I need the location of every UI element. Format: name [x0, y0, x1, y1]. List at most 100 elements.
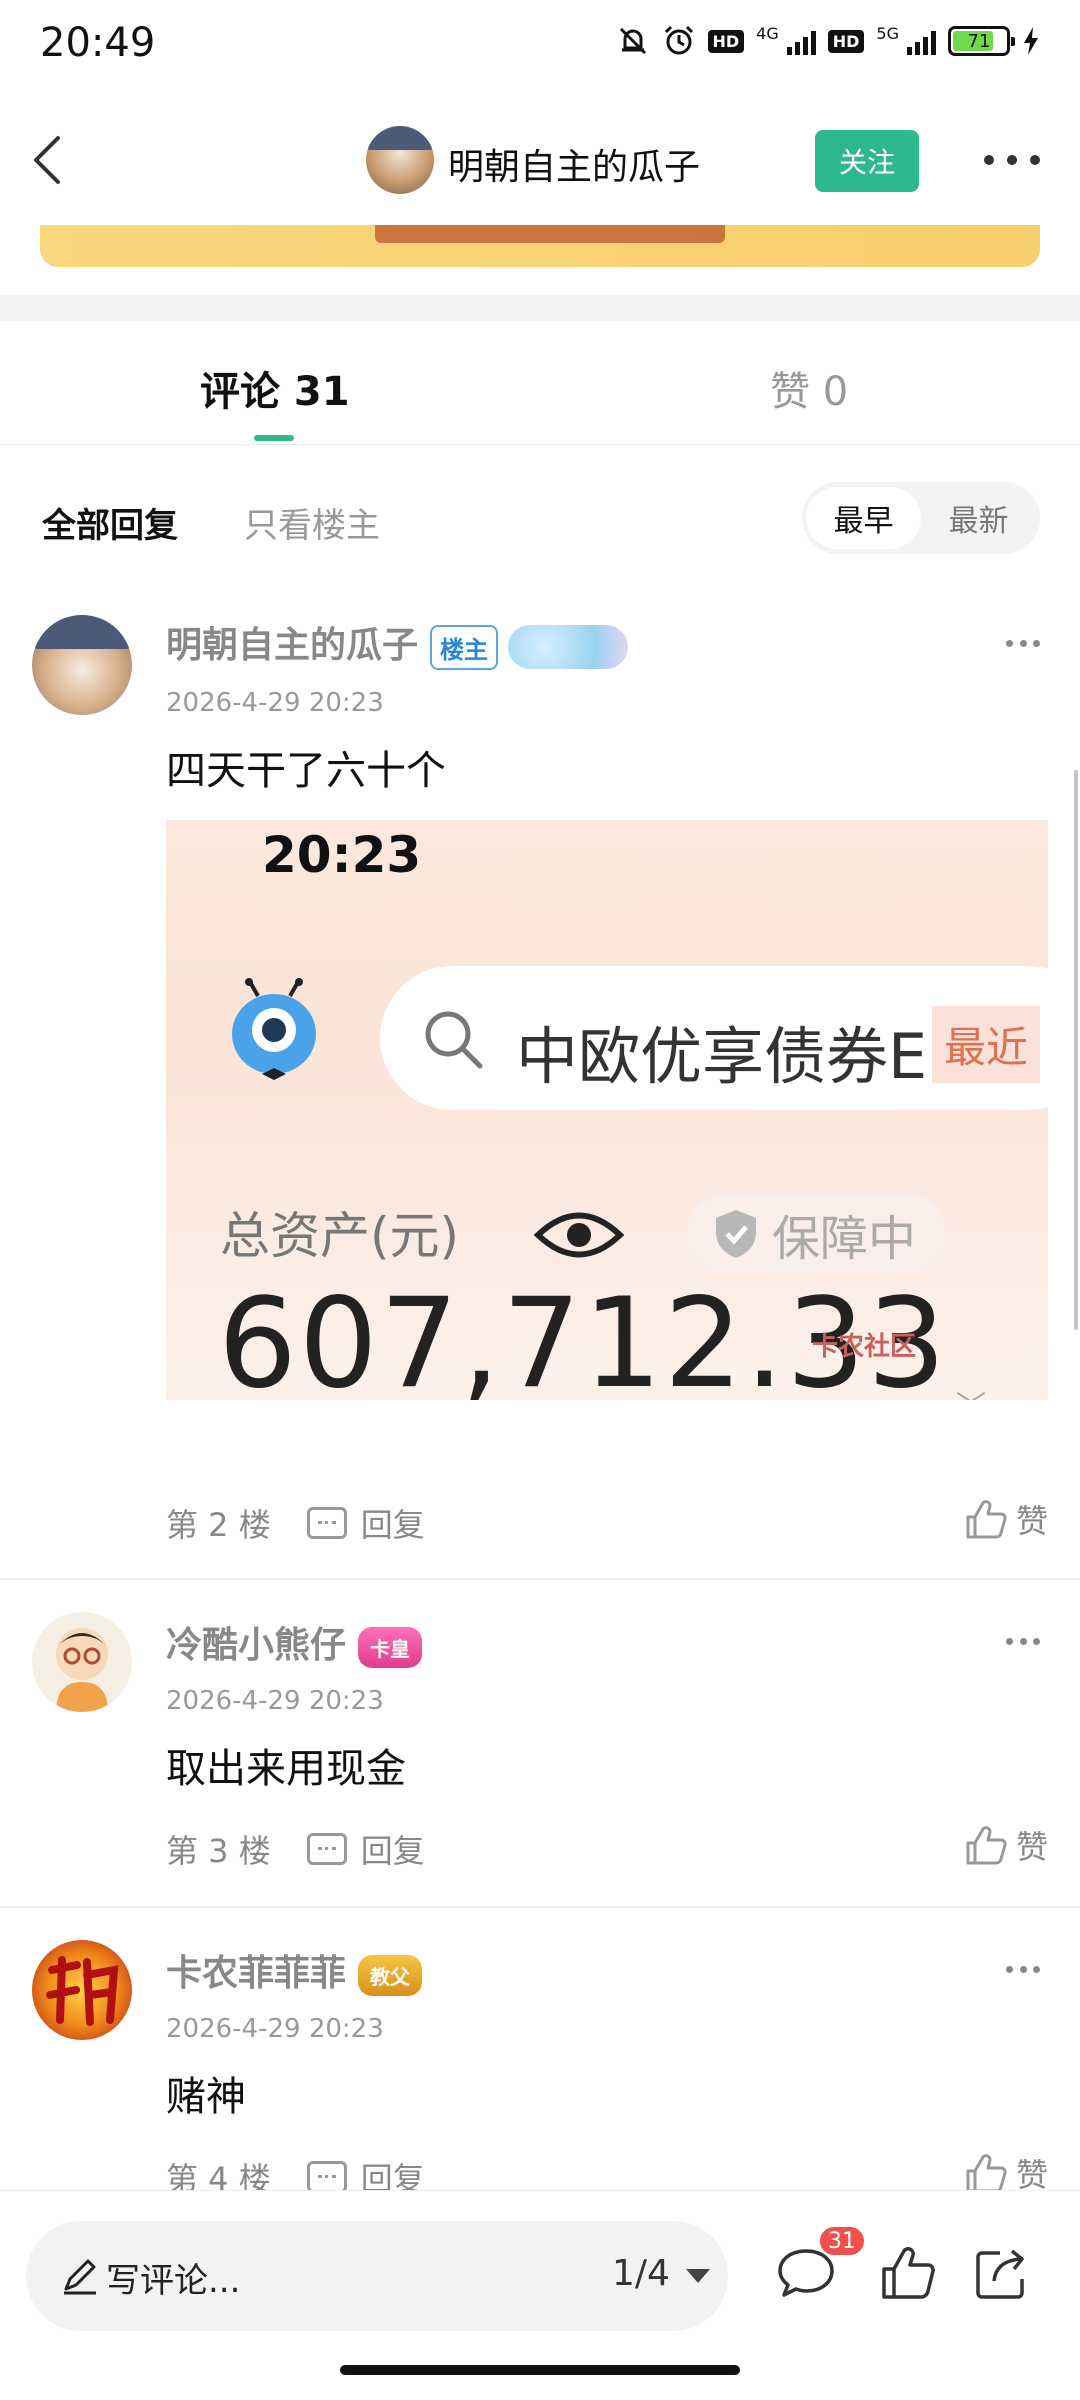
tab-active-indicator	[254, 435, 294, 441]
chevron-down-icon: ﹀	[956, 1382, 986, 1400]
back-arrow-icon[interactable]	[22, 130, 82, 190]
king-badge: 卡皇	[358, 1626, 423, 1668]
comment-more-icon[interactable]	[1006, 1966, 1040, 1976]
thumbs-up-icon[interactable]	[878, 2243, 938, 2303]
comment-meta: 第 2 楼 回复	[166, 1500, 425, 1546]
image-recent-tag: 最近	[932, 1006, 1041, 1083]
comment-author-name[interactable]: 明朝自主的瓜子 楼主	[166, 616, 629, 670]
follow-button[interactable]: 关注	[815, 130, 919, 192]
reply-button[interactable]: 回复	[306, 1500, 425, 1546]
comment-divider	[0, 1906, 1080, 1908]
post-banner-image[interactable]	[40, 225, 1040, 267]
comment-author-name[interactable]: 卡农菲菲菲 教父	[166, 1944, 423, 1996]
eye-icon	[534, 1212, 624, 1258]
comment-item: 冷酷小熊仔 卡皇 2026-4-29 20:23 取出来用现金 第 3 楼 回复 …	[0, 1610, 1080, 1910]
page-indicator[interactable]: 1/4	[612, 2253, 670, 2294]
comment-count-badge: 31	[818, 2225, 866, 2257]
comment-divider	[0, 1578, 1080, 1580]
scrollbar[interactable]	[1074, 770, 1078, 1330]
comment-tabs: 评论 31 赞 0	[0, 321, 1080, 445]
comment-time: 2026-4-29 20:23	[166, 688, 384, 718]
godfather-badge: 教父	[358, 1954, 423, 1996]
post-header: 明朝自主的瓜子 关注	[0, 110, 1080, 210]
like-button[interactable]: 赞	[964, 1822, 1048, 1868]
author-name-text: 明朝自主的瓜子	[166, 625, 419, 666]
network-4g-label: 4G	[756, 24, 779, 43]
author-name-text: 冷酷小熊仔	[166, 1625, 347, 1666]
reply-label: 回复	[360, 1506, 425, 1544]
status-icons: HD 4G HD 5G 71	[616, 24, 1041, 58]
comment-time: 2026-4-29 20:23	[166, 1686, 384, 1716]
floor-number: 第 2 楼	[166, 1506, 271, 1544]
author-avatar[interactable]	[366, 126, 434, 194]
alarm-icon	[664, 25, 693, 55]
share-icon[interactable]	[972, 2243, 1032, 2303]
comment-composer[interactable]: 写评论... 1/4	[26, 2221, 728, 2331]
charging-icon	[1024, 27, 1038, 55]
battery-level: 71	[967, 30, 991, 52]
image-asset-label: 总资产(元)	[220, 1207, 460, 1265]
reply-icon	[306, 1833, 347, 1865]
bottom-action-bar: 写评论... 1/4 31	[0, 2190, 1080, 2400]
signal-5g-icon	[907, 27, 936, 55]
image-protect-text: 保障中	[772, 1211, 917, 1267]
like-button[interactable]: 赞	[964, 1496, 1048, 1542]
sort-toggle: 最早 最新	[802, 482, 1040, 554]
reply-button[interactable]: 回复	[306, 1826, 425, 1872]
image-watermark: 卡农社区	[812, 1332, 917, 1362]
bear-avatar-icon	[56, 1628, 108, 1712]
status-bar: 20:49 HD 4G HD 5G 71	[0, 0, 1080, 90]
comment-meta: 第 3 楼 回复	[166, 1826, 425, 1872]
hd-icon-2: HD	[827, 29, 865, 53]
signal-4g-icon	[786, 27, 816, 55]
filter-op-only[interactable]: 只看楼主	[244, 498, 380, 547]
image-search-text: 中欧优享债券E	[516, 1020, 928, 1093]
thumbs-up-icon	[966, 1826, 1007, 1865]
like-label: 赞	[1015, 1828, 1048, 1866]
page-dropdown-icon[interactable]	[686, 2269, 710, 2283]
mute-bell-icon	[619, 27, 646, 55]
pen-icon	[64, 2259, 96, 2295]
comment-placeholder: 写评论...	[106, 2261, 241, 2301]
thumbs-up-icon	[966, 1500, 1007, 1539]
search-icon	[425, 1011, 483, 1069]
hd-icon: HD	[707, 29, 745, 53]
tab-likes[interactable]: 赞 0	[770, 359, 848, 417]
home-indicator[interactable]	[340, 2365, 740, 2375]
image-time: 20:23	[262, 826, 422, 884]
avatar[interactable]	[32, 1940, 132, 2040]
filter-all-replies[interactable]: 全部回复	[42, 498, 178, 547]
mascot-icon	[232, 978, 316, 1080]
like-label: 赞	[1015, 1502, 1048, 1540]
comment-author-name[interactable]: 冷酷小熊仔 卡皇	[166, 1616, 423, 1668]
image-search-bar: 中欧优享债券E 最近	[380, 966, 1048, 1110]
author-name[interactable]: 明朝自主的瓜子	[448, 138, 700, 190]
network-5g-label: 5G	[876, 24, 899, 43]
more-options-icon[interactable]	[984, 150, 1040, 170]
avatar[interactable]	[32, 1612, 132, 1712]
avatar[interactable]	[32, 615, 132, 715]
battery-icon: 71	[948, 26, 1015, 56]
shield-icon	[716, 1210, 756, 1258]
reply-icon	[306, 2161, 347, 2193]
reply-icon	[306, 1507, 347, 1539]
tab-comments[interactable]: 评论 31	[200, 359, 350, 417]
calligraphy-avatar-icon	[46, 1956, 119, 2026]
author-name-text: 卡农菲菲菲	[166, 1953, 347, 1994]
floor-number: 第 3 楼	[166, 1832, 271, 1870]
op-badge: 楼主	[430, 624, 499, 670]
status-time: 20:49	[40, 20, 156, 66]
comment-time: 2026-4-29 20:23	[166, 2014, 384, 2044]
reply-filters: 全部回复 只看楼主 最早 最新	[0, 480, 1080, 556]
comment-content: 取出来用现金	[166, 1746, 406, 1792]
comment-more-icon[interactable]	[1006, 640, 1040, 650]
comment-image[interactable]: 20:23 中欧优享债券E 最近 总资产(元) 保障中 607,712.33 卡…	[166, 820, 1048, 1400]
sort-earliest-button[interactable]: 最早	[806, 487, 921, 549]
image-protect-badge: 保障中	[686, 1194, 946, 1274]
comment-more-icon[interactable]	[1006, 1638, 1040, 1648]
reply-label: 回复	[360, 1832, 425, 1870]
section-separator	[0, 295, 1080, 321]
comment-item: 卡农菲菲菲 教父 2026-4-29 20:23 赌神 第 4 楼 回复 赞	[0, 1938, 1080, 2198]
sort-latest-button[interactable]: 最新	[921, 487, 1036, 549]
thumbs-up-icon	[966, 2154, 1007, 2193]
